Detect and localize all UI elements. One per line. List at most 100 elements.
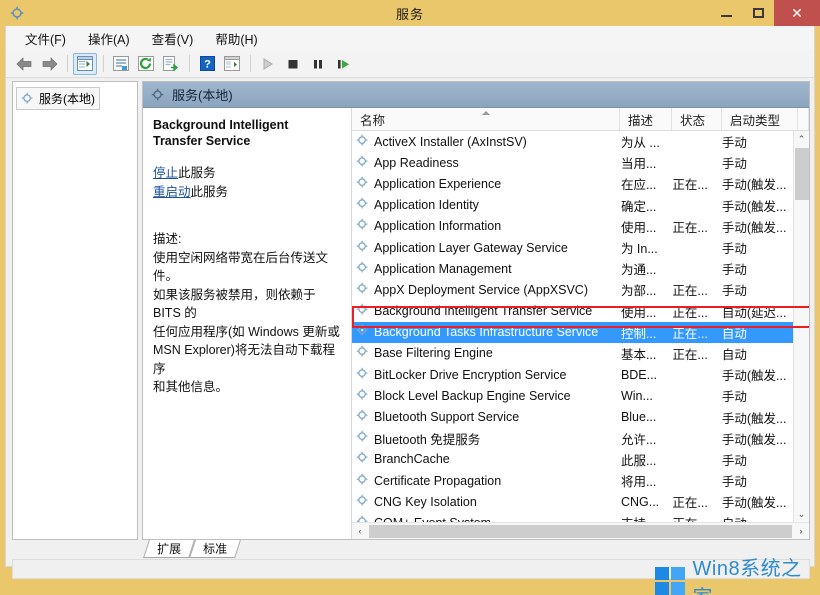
restart-service-link-tail: 此服务	[190, 185, 229, 199]
table-row[interactable]: Application Layer Gateway Service 为 In...…	[352, 237, 793, 258]
cell-service-name: Application Experience	[352, 176, 617, 192]
table-row[interactable]: Block Level Backup Engine Service Win... 手…	[352, 385, 793, 406]
cell-startup-type: 自动	[718, 513, 793, 522]
menu-view[interactable]: 查看(V)	[141, 26, 205, 51]
back-arrow-icon[interactable]	[12, 53, 36, 75]
table-body: ActiveX Installer (AxInstSV) 为从 ... 手动 App …	[352, 131, 793, 522]
cell-service-name: Block Level Backup Engine Service	[352, 388, 617, 404]
scroll-down-icon[interactable]: ⌄	[794, 506, 809, 522]
service-name-label: Bluetooth 免提服务	[374, 432, 481, 447]
service-name-label: Background Tasks Infrastructure Service	[374, 325, 599, 340]
service-gear-icon	[356, 494, 369, 510]
column-name[interactable]: 名称	[352, 108, 620, 130]
tab-extended[interactable]: 扩展	[143, 540, 195, 558]
table-header-row: 名称 描述 状态 启动类型	[352, 108, 809, 131]
stop-service-icon[interactable]	[281, 53, 305, 75]
table-row[interactable]: Background Intelligent Transfer Service 使…	[352, 301, 793, 322]
horizontal-scroll-thumb[interactable]	[369, 524, 792, 538]
vertical-scroll-thumb[interactable]	[795, 148, 809, 200]
table-row[interactable]: CNG Key Isolation CNG... 正在... 手动(触发...	[352, 491, 793, 512]
minimize-button[interactable]	[710, 0, 742, 26]
services-table: 名称 描述 状态 启动类型 ActiveX Installer (AxInstS…	[352, 108, 809, 539]
show-hide-tree-icon[interactable]	[73, 52, 97, 75]
cell-service-name: ActiveX Installer (AxInstSV)	[352, 134, 617, 150]
close-button[interactable]: ✕	[774, 0, 820, 26]
cell-description: 当用...	[620, 157, 657, 172]
service-gear-icon	[356, 218, 369, 234]
table-row[interactable]: Bluetooth 免提服务 允许... 手动(触发...	[352, 428, 793, 449]
table-row[interactable]: Application Experience 在应... 正在... 手动(触发...	[352, 173, 793, 194]
scroll-up-icon[interactable]: ⌃	[794, 131, 809, 147]
toolbar-separator-1	[67, 55, 68, 72]
services-pane: 服务(本地) Background Intelligent Transfer S…	[142, 81, 810, 540]
description-line: 任何应用程序(如 Windows 更新或	[153, 324, 340, 339]
vertical-scrollbar[interactable]: ⌃ ⌄	[793, 131, 809, 522]
tab-standard-label: 标准	[203, 542, 228, 556]
table-row[interactable]: Application Identity 确定... 手动(触发...	[352, 195, 793, 216]
cell-service-name: Certificate Propagation	[352, 473, 617, 489]
service-name-label: Application Identity	[374, 198, 479, 213]
pause-service-icon[interactable]	[306, 53, 330, 75]
maximize-button[interactable]	[742, 0, 774, 26]
restart-service-link[interactable]: 重启动	[153, 185, 191, 199]
help-icon[interactable]: ?	[195, 53, 219, 75]
export-list-icon[interactable]	[159, 53, 183, 75]
scroll-left-icon[interactable]: ‹	[352, 526, 368, 536]
forward-arrow-icon[interactable]	[37, 53, 61, 75]
service-gear-icon	[356, 430, 369, 446]
service-gear-icon	[356, 409, 369, 425]
cell-startup-type: 手动	[721, 242, 747, 257]
table-row[interactable]: Background Tasks Infrastructure Service 控…	[352, 321, 793, 343]
table-row[interactable]: Application Management 为通... 手动	[352, 258, 793, 279]
menu-action[interactable]: 操作(A)	[77, 26, 141, 51]
cell-service-name: AppX Deployment Service (AppXSVC)	[352, 282, 617, 298]
cell-description: 基本...	[620, 347, 657, 362]
table-row[interactable]: AppX Deployment Service (AppXSVC) 为部... 正在…	[352, 279, 793, 300]
column-description[interactable]: 描述	[620, 108, 672, 130]
detail-description: 描述: 使用空闲网络带宽在后台传送文件。 如果该服务被禁用，则依赖于 BITS …	[153, 230, 341, 397]
service-name-label: Application Information	[374, 219, 502, 234]
service-gear-icon	[356, 324, 369, 340]
stop-service-link-tail: 此服务	[178, 166, 216, 180]
service-name-label: CNG Key Isolation	[374, 494, 477, 509]
stop-service-link[interactable]: 停止	[153, 166, 178, 180]
cell-startup-type: 手动	[721, 390, 747, 405]
sidebar-item-services-local[interactable]: 服务(本地)	[16, 87, 100, 110]
refresh-icon[interactable]	[134, 53, 158, 75]
tab-standard[interactable]: 标准	[189, 540, 241, 558]
show-console-tree-icon[interactable]	[220, 53, 244, 75]
menu-file[interactable]: 文件(F)	[14, 26, 77, 51]
table-row[interactable]: Bluetooth Support Service Blue... 手动(触发...	[352, 406, 793, 427]
cell-service-name: COM+ Event System	[352, 515, 617, 522]
column-status[interactable]: 状态	[672, 108, 722, 130]
service-name-label: Application Management	[374, 261, 512, 276]
cell-startup-type: 自动	[721, 326, 747, 341]
menu-help[interactable]: 帮助(H)	[204, 26, 268, 51]
cell-description: 此服...	[620, 453, 657, 468]
column-startup-type[interactable]: 启动类型	[722, 108, 798, 130]
table-row[interactable]: BitLocker Drive Encryption Service BDE...…	[352, 364, 793, 385]
table-row[interactable]: Application Information 使用... 正在... 手动(触发..…	[352, 216, 793, 237]
cell-service-name: Application Identity	[352, 197, 617, 213]
cell-startup-type: 手动(触发...	[721, 432, 787, 447]
cell-startup-type: 手动	[721, 157, 747, 172]
column-name-label: 名称	[360, 113, 386, 128]
pane-header: 服务(本地)	[143, 82, 809, 108]
start-service-icon[interactable]	[256, 53, 280, 75]
table-row[interactable]: BranchCache 此服... 手动	[352, 449, 793, 470]
service-name-label: Application Experience	[374, 176, 502, 191]
scroll-right-icon[interactable]: ›	[793, 526, 809, 536]
cell-service-name: Background Intelligent Transfer Service	[352, 303, 617, 319]
table-row[interactable]: Base Filtering Engine 基本... 正在... 自动	[352, 343, 793, 364]
table-row[interactable]: COM+ Event System支持...正在...自动	[352, 512, 793, 522]
table-row[interactable]: ActiveX Installer (AxInstSV) 为从 ... 手动	[352, 131, 793, 152]
restart-service-icon[interactable]	[331, 53, 355, 75]
table-row[interactable]: Certificate Propagation 将用... 手动	[352, 470, 793, 491]
service-gear-icon	[356, 388, 369, 404]
properties-icon[interactable]	[109, 53, 133, 75]
column-filler	[798, 108, 809, 130]
toolbar-separator-3	[189, 55, 190, 72]
table-row[interactable]: App Readiness 当用... 手动	[352, 152, 793, 173]
horizontal-scrollbar[interactable]: ‹ ›	[352, 522, 809, 539]
cell-service-name: Base Filtering Engine	[352, 345, 617, 361]
